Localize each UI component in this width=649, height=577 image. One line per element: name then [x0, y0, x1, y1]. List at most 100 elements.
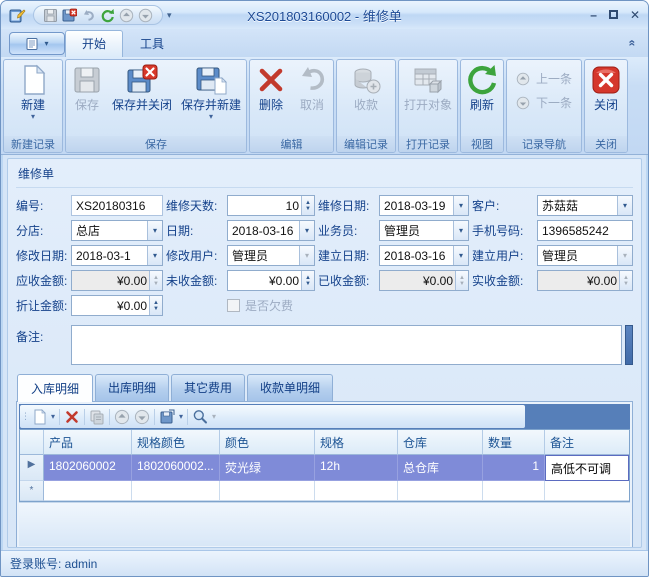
close-window-button[interactable]: ✕ [630, 9, 640, 21]
discount-spinner[interactable]: ¥0.00 ▲▼ [71, 295, 163, 316]
cell-remark[interactable]: 高低不可调 [545, 455, 629, 481]
spinner-buttons-icon[interactable]: ▲▼ [301, 196, 314, 215]
empty-cell[interactable] [483, 481, 545, 501]
dropdown-arrow-icon[interactable]: ▾ [299, 221, 314, 240]
save-and-new-button[interactable]: 保存并新建 ▾ [177, 62, 245, 121]
detail-grid: 产品 规格颜色 颜色 规格 仓库 数量 备注 ▶ 1802060002 1802… [19, 429, 630, 502]
tab-receipt-detail[interactable]: 收款单明细 [247, 374, 333, 401]
receivable-spinner[interactable]: ¥0.00 ▲▼ [71, 270, 163, 291]
dropdown-arrow-icon[interactable]: ▾ [453, 221, 468, 240]
modify-date-combo[interactable]: 2018-03-1 ▾ [71, 245, 163, 266]
cell-spec-color[interactable]: 1802060002... [132, 455, 220, 481]
application-menu-button[interactable]: ▾ [9, 32, 65, 55]
spinner-buttons-icon[interactable]: ▲▼ [301, 271, 314, 290]
save-close-icon[interactable] [62, 8, 77, 23]
maximize-button[interactable] [609, 9, 618, 21]
empty-cell[interactable] [220, 481, 315, 501]
close-button[interactable]: 关闭 [586, 62, 626, 112]
column-header-color[interactable]: 颜色 [220, 430, 315, 455]
refresh-icon[interactable] [100, 8, 115, 23]
open-object-button[interactable]: 打开对象 [400, 62, 456, 112]
collect-payment-button[interactable]: 收款 [346, 62, 386, 112]
delete-row-icon[interactable] [64, 409, 80, 425]
move-up-icon[interactable] [114, 409, 130, 425]
save-icon[interactable] [43, 8, 58, 23]
grid-new-row[interactable]: * [20, 481, 629, 501]
tab-inbound-detail[interactable]: 入库明细 [17, 374, 93, 402]
tab-other-fees[interactable]: 其它费用 [171, 374, 245, 401]
cell-spec[interactable]: 12h [315, 455, 398, 481]
owe-checkbox[interactable]: 是否欠费 [227, 297, 376, 314]
next-record-icon[interactable] [138, 8, 153, 23]
repair-days-spinner[interactable]: 10 ▲▼ [227, 195, 315, 216]
add-row-dropdown-icon[interactable]: ▾ [51, 412, 55, 421]
save-button[interactable]: 保存 [67, 62, 107, 112]
ribbon-group-edit: 删除 取消 编辑 [249, 59, 334, 153]
empty-cell[interactable] [398, 481, 483, 501]
cell-warehouse[interactable]: 总仓库 [398, 455, 483, 481]
app-window: ▾ XS201803160002 - 维修单 – ✕ ▾ 开始 工具 « [0, 0, 649, 577]
customer-combo[interactable]: 苏菇菇 ▾ [537, 195, 633, 216]
column-header-spec[interactable]: 规格 [315, 430, 398, 455]
repair-date-combo[interactable]: 2018-03-19 ▾ [379, 195, 469, 216]
order-no-field[interactable]: XS20180316 [71, 195, 163, 216]
search-dropdown-icon[interactable]: ▾ [212, 412, 216, 421]
column-header-quantity[interactable]: 数量 [483, 430, 545, 455]
export-dropdown-icon[interactable]: ▾ [179, 412, 183, 421]
open-object-icon [412, 64, 444, 96]
search-icon[interactable] [192, 409, 208, 425]
delete-button[interactable]: 删除 [251, 62, 291, 112]
phone-field[interactable]: 1396585242 [537, 220, 633, 241]
next-record-button[interactable]: 下一条 [516, 94, 572, 111]
toolbar-grip-icon[interactable]: ⋮⋮⋮ [21, 412, 27, 421]
create-user-combo[interactable]: 管理员 ▾ [537, 245, 633, 266]
previous-record-icon[interactable] [119, 8, 134, 23]
grid-data-row[interactable]: ▶ 1802060002 1802060002... 荧光绿 12h 总仓库 1… [20, 455, 629, 481]
new-button[interactable]: 新建 ▾ [13, 62, 53, 121]
empty-cell[interactable] [315, 481, 398, 501]
tab-outbound-detail[interactable]: 出库明细 [95, 374, 169, 401]
dropdown-arrow-icon[interactable]: ▾ [147, 246, 162, 265]
column-header-product[interactable]: 产品 [44, 430, 132, 455]
save-and-close-button[interactable]: 保存并关闭 [108, 62, 176, 112]
create-date-combo[interactable]: 2018-03-16 ▾ [379, 245, 469, 266]
copy-row-icon[interactable] [89, 409, 105, 425]
minimize-button[interactable]: – [590, 9, 597, 21]
export-icon[interactable] [159, 409, 175, 425]
ribbon-tab-start[interactable]: 开始 [65, 30, 123, 57]
empty-cell[interactable] [545, 481, 629, 501]
window-controls: – ✕ [590, 9, 640, 21]
cell-quantity[interactable]: 1 [483, 455, 545, 481]
refresh-button[interactable]: 刷新 [462, 62, 502, 112]
remark-textarea[interactable] [71, 325, 622, 365]
ribbon-collapse-icon[interactable]: « [626, 40, 640, 47]
column-header-remark[interactable]: 备注 [545, 430, 629, 455]
dropdown-arrow-icon[interactable]: ▾ [453, 246, 468, 265]
column-header-warehouse[interactable]: 仓库 [398, 430, 483, 455]
actual-received-spinner[interactable]: ¥0.00 ▲▼ [537, 270, 633, 291]
qat-customize-icon[interactable]: ▾ [167, 10, 172, 21]
undo-icon[interactable] [81, 8, 96, 23]
cell-product[interactable]: 1802060002 [44, 455, 132, 481]
column-header-spec-color[interactable]: 规格颜色 [132, 430, 220, 455]
dropdown-arrow-icon[interactable]: ▾ [617, 196, 632, 215]
cell-color[interactable]: 荧光绿 [220, 455, 315, 481]
received-spinner[interactable]: ¥0.00 ▲▼ [379, 270, 469, 291]
move-down-icon[interactable] [134, 409, 150, 425]
remark-scrollbar[interactable] [625, 325, 633, 365]
empty-cell[interactable] [132, 481, 220, 501]
ribbon-tab-tools[interactable]: 工具 [123, 31, 181, 57]
branch-combo[interactable]: 总店 ▾ [71, 220, 163, 241]
cancel-button[interactable]: 取消 [292, 62, 332, 112]
date-combo[interactable]: 2018-03-16 ▾ [227, 220, 315, 241]
add-row-icon[interactable] [31, 409, 47, 425]
salesman-combo[interactable]: 管理员 ▾ [379, 220, 469, 241]
empty-cell[interactable] [44, 481, 132, 501]
previous-record-button[interactable]: 上一条 [516, 70, 572, 87]
modify-user-combo[interactable]: 管理员 ▾ [227, 245, 315, 266]
unreceived-spinner[interactable]: ¥0.00 ▲▼ [227, 270, 315, 291]
dropdown-arrow-icon[interactable]: ▾ [453, 196, 468, 215]
dropdown-arrow-icon[interactable]: ▾ [147, 221, 162, 240]
grid-empty-area [19, 502, 630, 546]
spinner-buttons-icon[interactable]: ▲▼ [149, 296, 162, 315]
